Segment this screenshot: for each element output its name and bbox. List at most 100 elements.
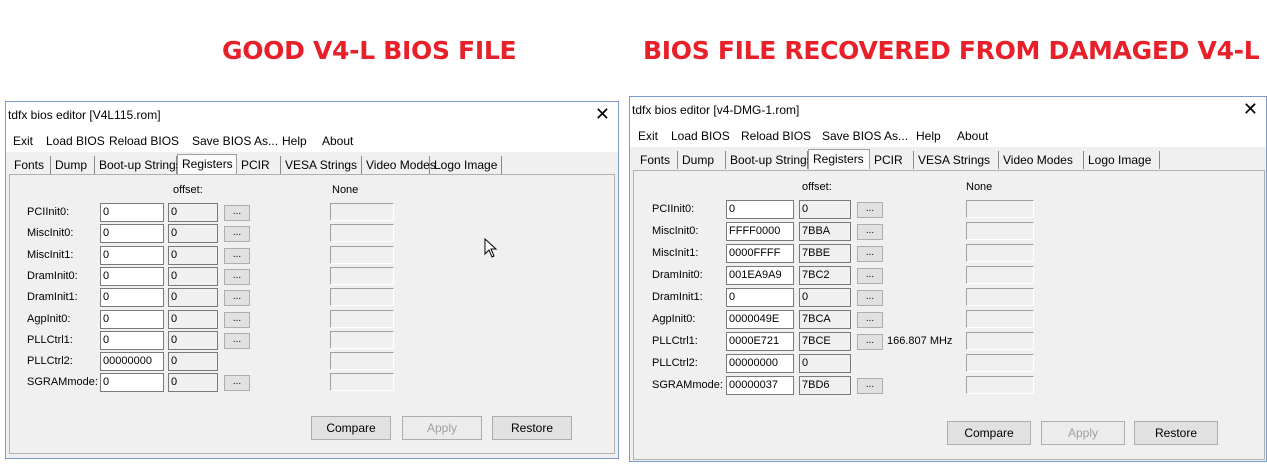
compare-button[interactable]: Compare bbox=[311, 416, 391, 440]
register-value-input[interactable]: 0000E721 bbox=[726, 332, 794, 351]
menu-item-reload-bios[interactable]: Reload BIOS bbox=[741, 129, 811, 143]
none-field bbox=[330, 288, 394, 306]
register-offset-field: 0 bbox=[168, 331, 218, 350]
none-field bbox=[330, 246, 394, 264]
menu-item-save-bios-as[interactable]: Save BIOS As... bbox=[192, 134, 278, 148]
register-value-input[interactable]: 0000FFFF bbox=[726, 244, 794, 263]
tab-boot-up-strings[interactable]: Boot-up Strings bbox=[95, 156, 182, 174]
register-edit-button[interactable]: ... bbox=[224, 205, 250, 221]
menu-bar: Exit Load BIOS Reload BIOS Save BIOS As... H… bbox=[630, 125, 1266, 147]
apply-button[interactable]: Apply bbox=[402, 416, 482, 440]
register-edit-button[interactable]: ... bbox=[224, 290, 250, 306]
register-edit-button[interactable]: ... bbox=[224, 333, 250, 349]
register-value-input[interactable]: 0 bbox=[726, 200, 794, 219]
register-edit-button[interactable]: ... bbox=[857, 312, 883, 328]
tab-strip: Fonts Dump Boot-up Strings Registers PCIR VES… bbox=[630, 149, 1266, 171]
tab-dump[interactable]: Dump bbox=[51, 156, 95, 174]
menu-item-help[interactable]: Help bbox=[282, 134, 307, 148]
register-edit-button[interactable]: ... bbox=[857, 378, 883, 394]
register-value-input[interactable]: 0 bbox=[100, 224, 164, 243]
heading-recovered-bios: BIOS FILE RECOVERED FROM DAMAGED V4-L bbox=[643, 36, 1260, 65]
compare-button[interactable]: Compare bbox=[947, 421, 1031, 445]
register-offset-field: 0 bbox=[168, 288, 218, 307]
tab-boot-up-strings[interactable]: Boot-up Strings bbox=[726, 151, 813, 169]
register-label: AgpInit0: bbox=[652, 313, 696, 325]
menu-item-exit[interactable]: Exit bbox=[13, 134, 33, 148]
close-icon[interactable]: ✕ bbox=[1243, 99, 1258, 120]
register-offset-field: 7BCE bbox=[799, 332, 851, 351]
tab-dump[interactable]: Dump bbox=[678, 151, 726, 169]
register-edit-button[interactable]: ... bbox=[224, 375, 250, 391]
none-field bbox=[966, 332, 1034, 350]
title-bar[interactable]: tdfx bios editor [v4-DMG-1.rom] ✕ bbox=[630, 97, 1266, 125]
register-label: DramInit1: bbox=[652, 291, 703, 303]
register-edit-button[interactable]: ... bbox=[224, 248, 250, 264]
register-value-input[interactable]: 00000000 bbox=[100, 352, 164, 371]
register-value-input[interactable]: 0000049E bbox=[726, 310, 794, 329]
register-edit-button[interactable]: ... bbox=[857, 334, 883, 350]
tab-vesa-strings[interactable]: VESA Strings bbox=[281, 156, 362, 174]
register-value-input[interactable]: 0 bbox=[100, 246, 164, 265]
menu-item-about[interactable]: About bbox=[322, 134, 353, 148]
register-value-input[interactable]: 0 bbox=[726, 288, 794, 307]
register-edit-button[interactable]: ... bbox=[224, 312, 250, 328]
register-label: AgpInit0: bbox=[27, 313, 71, 325]
register-offset-field: 0 bbox=[168, 373, 218, 392]
none-field bbox=[330, 310, 394, 328]
register-edit-button[interactable]: ... bbox=[224, 226, 250, 242]
register-label: SGRAMmode: bbox=[27, 376, 98, 388]
register-label: PLLCtrl2: bbox=[27, 355, 73, 367]
register-value-input[interactable]: 0 bbox=[100, 267, 164, 286]
register-value-input[interactable]: 00000037 bbox=[726, 376, 794, 395]
menu-item-help[interactable]: Help bbox=[916, 129, 941, 143]
tab-logo-image[interactable]: Logo Image bbox=[1084, 151, 1160, 169]
title-bar[interactable]: tdfx bios editor [V4L115.rom] ✕ bbox=[6, 102, 618, 130]
tab-video-modes[interactable]: Video Modes bbox=[999, 151, 1084, 169]
register-offset-field: 7BC2 bbox=[799, 266, 851, 285]
register-value-input[interactable]: FFFF0000 bbox=[726, 222, 794, 241]
register-value-input[interactable]: 0 bbox=[100, 310, 164, 329]
register-value-input[interactable]: 0 bbox=[100, 331, 164, 350]
tab-pcir[interactable]: PCIR bbox=[237, 156, 281, 174]
tab-video-modes[interactable]: Video Modes bbox=[362, 156, 436, 174]
register-value-input[interactable]: 0 bbox=[100, 373, 164, 392]
register-edit-button[interactable]: ... bbox=[224, 269, 250, 285]
register-edit-button[interactable]: ... bbox=[857, 202, 883, 218]
menu-item-about[interactable]: About bbox=[957, 129, 988, 143]
tab-fonts[interactable]: Fonts bbox=[10, 156, 51, 174]
none-field bbox=[330, 203, 394, 221]
close-icon[interactable]: ✕ bbox=[595, 104, 610, 125]
register-value-input[interactable]: 0 bbox=[100, 203, 164, 222]
restore-button[interactable]: Restore bbox=[492, 416, 572, 440]
none-field bbox=[330, 267, 394, 285]
register-edit-button[interactable]: ... bbox=[857, 224, 883, 240]
heading-good-bios: GOOD V4-L BIOS FILE bbox=[222, 36, 517, 65]
register-edit-button[interactable]: ... bbox=[857, 268, 883, 284]
apply-button[interactable]: Apply bbox=[1041, 421, 1125, 445]
tab-pcir[interactable]: PCIR bbox=[870, 151, 914, 169]
none-field bbox=[330, 224, 394, 242]
tab-logo-image[interactable]: Logo Image bbox=[430, 156, 502, 174]
menu-item-load-bios[interactable]: Load BIOS bbox=[671, 129, 730, 143]
none-field bbox=[966, 376, 1034, 394]
none-header: None bbox=[966, 181, 993, 193]
right-editor-window: tdfx bios editor [v4-DMG-1.rom] ✕ Exit Load… bbox=[629, 96, 1267, 462]
register-label: PLLCtrl2: bbox=[652, 357, 698, 369]
menu-item-exit[interactable]: Exit bbox=[638, 129, 658, 143]
register-edit-button[interactable]: ... bbox=[857, 246, 883, 262]
menu-item-load-bios[interactable]: Load BIOS bbox=[46, 134, 105, 148]
register-label: MiscInit0: bbox=[652, 225, 699, 237]
register-edit-button[interactable]: ... bbox=[857, 290, 883, 306]
none-field bbox=[966, 266, 1034, 284]
tab-registers[interactable]: Registers bbox=[177, 154, 237, 174]
register-value-input[interactable]: 001EA9A9 bbox=[726, 266, 794, 285]
menu-item-reload-bios[interactable]: Reload BIOS bbox=[109, 134, 179, 148]
restore-button[interactable]: Restore bbox=[1134, 421, 1218, 445]
register-value-input[interactable]: 00000000 bbox=[726, 354, 794, 373]
tab-registers[interactable]: Registers bbox=[808, 149, 870, 169]
tab-vesa-strings[interactable]: VESA Strings bbox=[914, 151, 999, 169]
menu-item-save-bios-as[interactable]: Save BIOS As... bbox=[822, 129, 908, 143]
tab-fonts[interactable]: Fonts bbox=[636, 151, 678, 169]
register-value-input[interactable]: 0 bbox=[100, 288, 164, 307]
register-label: DramInit1: bbox=[27, 291, 78, 303]
